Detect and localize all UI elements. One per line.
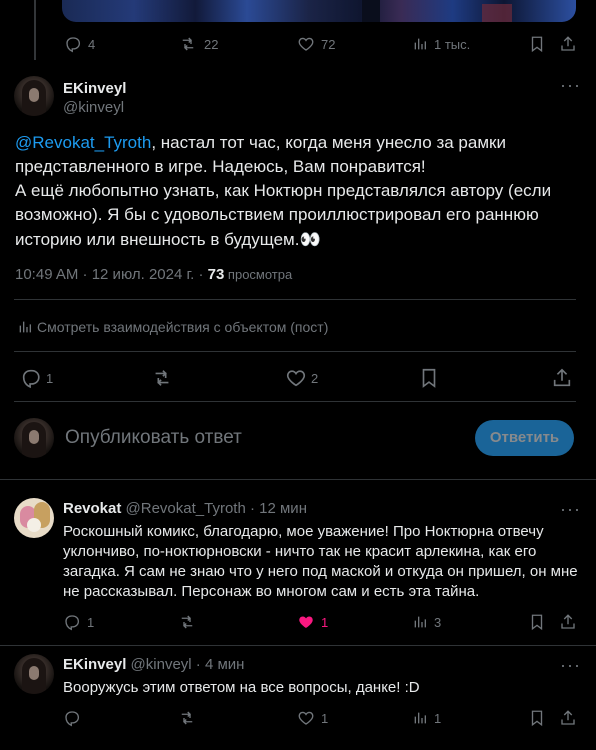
reply-header: EKinveyl @kinveyl · 4 мин (63, 656, 244, 673)
views-action[interactable]: 1 (412, 709, 441, 727)
heart-icon (297, 35, 315, 53)
view-interactions-label: Смотреть взаимодействия с объектом (пост… (37, 319, 329, 335)
view-interactions-link[interactable]: Смотреть взаимодействия с объектом (пост… (17, 319, 328, 335)
reply-time[interactable]: · 4 мин (196, 656, 245, 673)
author-name[interactable]: EKinveyl (63, 656, 126, 673)
more-options-icon[interactable]: ··· (560, 656, 581, 674)
reply-composer-input[interactable]: Опубликовать ответ (65, 427, 242, 449)
avatar[interactable] (14, 76, 54, 116)
like-action[interactable]: 2 (285, 367, 318, 389)
reply-text-line: уклончиво, по-ноктюрновски - ничто так н… (63, 543, 537, 560)
like-count: 2 (311, 370, 319, 386)
post-text-line-1: @Revokat_Tyroth, настал тот час, когда м… (15, 131, 506, 155)
share-icon[interactable] (559, 709, 577, 727)
like-count: 1 (321, 710, 329, 726)
avatar[interactable] (14, 654, 54, 694)
author-handle[interactable]: @Revokat_Tyroth (126, 500, 246, 517)
post-text-line-5: историю или внешность в будущем.👀 (15, 230, 321, 249)
view-count: 1 (434, 710, 442, 726)
repost-icon[interactable] (177, 613, 197, 631)
heart-icon (297, 709, 315, 727)
reply-text-line: не рассказывал. Персонаж во многом сам и… (63, 583, 480, 600)
previous-post-media[interactable] (62, 0, 576, 22)
view-count: 3 (434, 614, 442, 630)
media-detail (482, 4, 512, 22)
post-text-line-3: А ещё любопытно узнать, как Ноктюрн пред… (15, 181, 552, 200)
reply-count: 1 (46, 370, 54, 386)
view-count: 1 тыс. (434, 36, 471, 52)
bookmark-icon[interactable] (418, 367, 440, 389)
author-handle[interactable]: @kinveyl (63, 99, 124, 116)
avatar[interactable] (14, 498, 54, 538)
reply-count: 1 (87, 614, 95, 630)
repost-count: 22 (204, 36, 219, 52)
post-text-line-4: возможно). Я бы с удовольствием проиллюс… (15, 205, 539, 224)
bookmark-icon[interactable] (528, 613, 546, 631)
reply-text-line: Вооружусь этим ответом на все вопросы, д… (63, 679, 420, 696)
reply-icon (20, 367, 42, 389)
reply-header: Revokat @Revokat_Tyroth · 12 мин (63, 500, 307, 517)
reply-action[interactable]: 4 (64, 35, 95, 53)
heart-filled-icon (297, 613, 315, 631)
post-timestamp: 10:49 AM · 12 июл. 2024 г. · 73 просмотр… (15, 266, 292, 283)
bar-chart-icon (412, 709, 428, 727)
reply-count: 4 (88, 36, 96, 52)
author-handle[interactable]: @kinveyl (131, 656, 192, 673)
avatar-face (29, 666, 39, 680)
bookmark-icon[interactable] (528, 709, 546, 727)
reply-time[interactable]: · 12 мин (250, 500, 307, 517)
divider (14, 401, 576, 402)
author-name[interactable]: Revokat (63, 500, 121, 517)
divider (14, 351, 576, 352)
heart-icon (285, 367, 307, 389)
divider (0, 645, 596, 646)
repost-icon (178, 35, 198, 53)
repost-icon[interactable] (177, 709, 197, 727)
share-icon[interactable] (551, 367, 573, 389)
bookmark-icon[interactable] (528, 35, 546, 53)
divider (14, 299, 576, 300)
reply-action[interactable]: 1 (20, 367, 53, 389)
like-count: 72 (321, 36, 336, 52)
thread-line-top (34, 0, 36, 60)
share-icon[interactable] (559, 613, 577, 631)
avatar[interactable] (14, 418, 54, 458)
reply-action[interactable]: 1 (63, 613, 94, 631)
reply-icon (64, 35, 82, 53)
share-icon[interactable] (559, 35, 577, 53)
like-action[interactable]: 1 (297, 709, 328, 727)
reply-text-line: загадка. Я сам не знаю что у него под ма… (63, 563, 578, 580)
like-action[interactable]: 72 (297, 35, 335, 53)
more-options-icon[interactable]: ··· (560, 500, 581, 518)
author-name[interactable]: EKinveyl (63, 80, 126, 97)
views-number: 73 (207, 266, 225, 283)
post-text: , настал тот час, когда меня унесло за р… (151, 133, 506, 152)
views-action[interactable]: 3 (412, 613, 441, 631)
timestamp-text[interactable]: 10:49 AM · 12 июл. 2024 г. · (15, 266, 208, 283)
bar-chart-icon (412, 35, 428, 53)
bar-chart-icon (412, 613, 428, 631)
more-options-icon[interactable]: ··· (560, 76, 581, 94)
avatar-face (29, 430, 39, 444)
post-text-line-2: представленного в игре. Надеюсь, Вам пон… (15, 157, 426, 176)
repost-action[interactable]: 22 (178, 35, 218, 53)
media-detail (362, 0, 380, 22)
avatar-face (29, 88, 39, 102)
reply-icon (63, 613, 81, 631)
avatar-detail (27, 518, 41, 532)
bar-chart-icon (17, 319, 33, 335)
like-count: 1 (321, 614, 329, 630)
reply-icon[interactable] (63, 709, 81, 727)
like-action[interactable]: 1 (297, 613, 328, 631)
divider (0, 479, 596, 480)
views-action[interactable]: 1 тыс. (412, 35, 470, 53)
views-label: просмотра (224, 267, 293, 282)
reply-text-line: Роскошный комикс, благодарю, мое уважени… (63, 523, 544, 540)
mention-link[interactable]: @Revokat_Tyroth (15, 133, 151, 152)
reply-button[interactable]: Ответить (475, 420, 574, 456)
repost-icon[interactable] (150, 367, 174, 389)
